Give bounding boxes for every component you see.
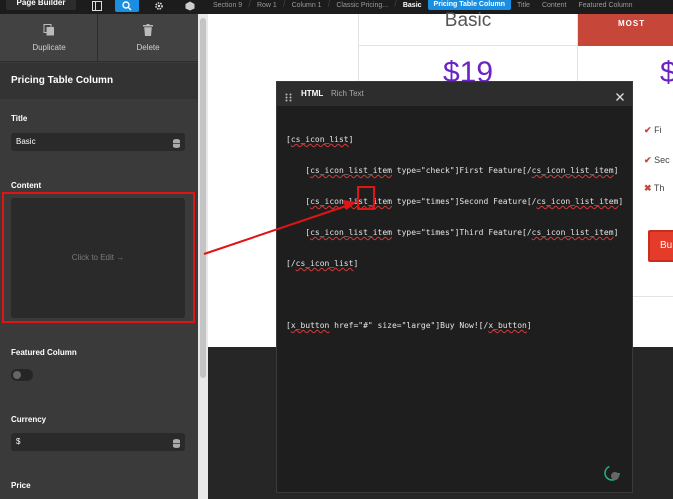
loading-spinner-icon [604, 465, 620, 481]
code-line: [cs_icon_list_item type="times"]Second F… [286, 197, 624, 206]
cube-icon[interactable] [178, 0, 202, 12]
toggle-knob [13, 371, 21, 379]
check-icon: ✔ [644, 125, 652, 135]
title-label: Title [11, 114, 28, 123]
divider [97, 14, 98, 62]
code-line: [x_button href="#" size="large"]Buy Now!… [286, 321, 532, 330]
scrollbar-thumb[interactable] [200, 18, 206, 378]
currency-input[interactable]: $ [11, 433, 185, 451]
breadcrumb-classic-pricing[interactable]: Classic Pricing... [330, 2, 394, 9]
feature-item: ✔ Sec [644, 155, 670, 166]
title-input[interactable]: Basic [11, 133, 185, 151]
breadcrumb-basic[interactable]: Basic [397, 2, 428, 9]
breadcrumb: Section 9 / Row 1 / Column 1 / Classic P… [207, 0, 639, 10]
page-builder-button[interactable]: Page Builder [6, 0, 76, 10]
breadcrumb-featured-column[interactable]: Featured Column [572, 2, 638, 9]
breadcrumb-title[interactable]: Title [511, 2, 536, 9]
drag-handle-icon[interactable] [285, 89, 292, 107]
duplicate-icon [43, 24, 55, 38]
times-icon: ✖ [644, 183, 652, 193]
code-line: [cs_icon_list] [286, 135, 354, 144]
duplicate-label: Duplicate [32, 43, 66, 52]
buy-now-button[interactable]: Bu [648, 230, 673, 262]
price-label: Price [11, 481, 31, 490]
currency-label: Currency [11, 415, 47, 424]
database-icon[interactable] [173, 437, 180, 455]
breadcrumb-section[interactable]: Section 9 [207, 2, 248, 9]
database-icon[interactable] [173, 137, 180, 155]
breadcrumb-content[interactable]: Content [536, 2, 573, 9]
pricing-card-price: $ [660, 56, 673, 89]
featured-column-label: Featured Column [11, 348, 77, 357]
inspector-sidebar: Duplicate Delete Pricing Table Column Ti… [0, 14, 198, 499]
section-title: Pricing Table Column [11, 75, 114, 86]
title-input-value: Basic [16, 137, 36, 146]
code-line: [cs_icon_list_item type="check"]First Fe… [286, 166, 619, 175]
currency-input-value: $ [16, 437, 21, 446]
duplicate-button[interactable]: Duplicate [0, 14, 98, 62]
feature-text: Sec [654, 155, 670, 165]
breadcrumb-column[interactable]: Column 1 [286, 2, 328, 9]
code-editor[interactable]: [cs_icon_list] [cs_icon_list_item type="… [286, 115, 623, 350]
featured-column-toggle[interactable] [11, 369, 33, 381]
tab-rich-text[interactable]: Rich Text [331, 89, 364, 98]
content-label: Content [11, 181, 42, 190]
most-popular-banner: MOST [578, 14, 673, 46]
layout-icon[interactable] [85, 0, 109, 12]
feature-text: Th [653, 183, 665, 193]
annotation-highlight-box [2, 192, 195, 323]
code-line: [cs_icon_list_item type="times"]Third Fe… [286, 228, 619, 237]
settings-gear-icon[interactable] [147, 0, 171, 12]
feature-item: ✔ Fi [644, 125, 662, 136]
content-editor-modal: HTML Rich Text [cs_icon_list] [cs_icon_l… [276, 81, 633, 493]
feature-item: ✖ Th [644, 183, 664, 194]
breadcrumb-row[interactable]: Row 1 [251, 2, 283, 9]
check-icon: ✔ [644, 155, 652, 165]
feature-text: Fi [654, 125, 662, 135]
code-line: [/cs_icon_list] [286, 259, 359, 268]
close-icon[interactable] [616, 88, 624, 106]
element-actions: Duplicate Delete [0, 14, 198, 62]
delete-button[interactable]: Delete [99, 14, 197, 62]
breadcrumb-pricing-table-column[interactable]: Pricing Table Column [427, 0, 511, 10]
tab-html[interactable]: HTML [301, 89, 323, 98]
annotation-href-highlight [357, 186, 375, 210]
pricing-card-title: Basic [444, 10, 492, 31]
trash-icon [143, 24, 153, 38]
search-icon[interactable] [115, 0, 139, 12]
modal-header: HTML Rich Text [277, 82, 632, 106]
sidebar-scrollbar[interactable] [198, 14, 208, 499]
delete-label: Delete [136, 43, 160, 52]
